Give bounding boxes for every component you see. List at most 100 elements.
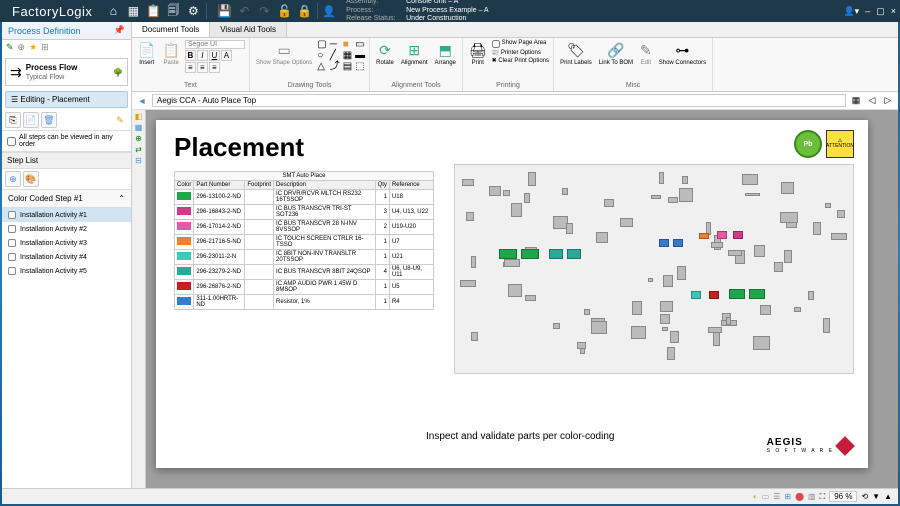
align-right-icon[interactable]: ≡: [209, 62, 220, 73]
back-icon[interactable]: ◄: [136, 95, 148, 107]
border3-icon[interactable]: ⬚: [355, 62, 365, 72]
edit-button[interactable]: ✎Edit: [638, 40, 654, 67]
line3-icon[interactable]: ⤴: [330, 62, 340, 72]
printer-options[interactable]: 📰 Printer Options: [492, 49, 549, 56]
delete-icon[interactable]: 🗑: [41, 112, 57, 128]
link-bom-button[interactable]: 🔗Link To BOM: [597, 40, 635, 67]
zoom-in-icon[interactable]: ▲: [884, 492, 892, 501]
border1-icon[interactable]: ▭: [355, 40, 365, 50]
print-button[interactable]: 🖨Print: [467, 40, 489, 67]
sb-fit-icon[interactable]: ⛶: [820, 492, 826, 502]
close-icon[interactable]: ×: [891, 6, 896, 16]
all-steps-check[interactable]: All steps can be viewed in any order: [2, 131, 131, 152]
vtool-2[interactable]: ▦: [133, 123, 144, 132]
titlebar-right: 👤▾ – ▢ ×: [843, 6, 896, 17]
vtool-3[interactable]: ⊕: [133, 134, 144, 143]
fill1-icon[interactable]: ■: [343, 40, 352, 50]
line2-icon[interactable]: ╱: [330, 51, 340, 61]
save-icon[interactable]: 💾: [215, 2, 233, 20]
pin-icon[interactable]: 📌: [114, 25, 125, 36]
alignment-button[interactable]: ⊞Alignment: [399, 40, 430, 67]
color-swatch: [177, 222, 191, 230]
print-labels-button[interactable]: 🏷Print Labels: [558, 40, 594, 67]
edit-icon[interactable]: ✎: [112, 112, 128, 128]
activity-row[interactable]: Installation Activity #3: [2, 236, 131, 250]
activity-row[interactable]: Installation Activity #2: [2, 222, 131, 236]
bold-icon[interactable]: B: [185, 50, 196, 61]
doc-icon[interactable]: 🗐: [164, 2, 182, 20]
underline-icon[interactable]: U: [209, 50, 220, 61]
color-coded-step[interactable]: Color Coded Step #1 ⌃: [2, 190, 131, 208]
left-ico-3[interactable]: ★: [29, 42, 37, 53]
insert-button[interactable]: 📄Insert: [136, 40, 157, 67]
activity-row[interactable]: Installation Activity #1: [2, 208, 131, 222]
paste-button[interactable]: 📋Paste: [160, 40, 181, 67]
canvas[interactable]: Pb ⚠ATTENTION Placement SMT Auto Place C…: [146, 110, 898, 488]
sb-ico-4[interactable]: ⊞: [784, 492, 791, 501]
align-group-label: Alignment Tools: [374, 82, 458, 89]
italic-icon[interactable]: I: [197, 50, 208, 61]
sb-ico-6[interactable]: ▥: [808, 492, 816, 501]
vtool-1[interactable]: ◧: [133, 112, 144, 121]
paste-icon[interactable]: 📄: [23, 112, 39, 128]
fill3-icon[interactable]: ▤: [343, 62, 352, 72]
gear-icon[interactable]: ⚙: [184, 2, 202, 20]
tree-icon[interactable]: 🌳: [113, 68, 123, 77]
lock-icon[interactable]: 🔒: [295, 2, 313, 20]
font-color-icon[interactable]: A: [221, 50, 232, 61]
redo-icon[interactable]: ↷: [255, 2, 273, 20]
shape3-icon[interactable]: △: [317, 62, 326, 72]
activity-row[interactable]: Installation Activity #5: [2, 264, 131, 278]
clipboard-icon[interactable]: 📋: [144, 2, 162, 20]
zoom-value[interactable]: 96 %: [829, 491, 857, 502]
fill2-icon[interactable]: ▦: [343, 51, 352, 61]
left-ico-1[interactable]: ✎: [6, 42, 14, 53]
left-ico-2[interactable]: ⊕: [18, 42, 26, 53]
arrange-button[interactable]: ⬒Arrange: [433, 40, 458, 67]
border2-icon[interactable]: ▬: [355, 51, 365, 61]
show-connectors-button[interactable]: ⊶Show Connectors: [657, 40, 708, 67]
addr-prev-icon[interactable]: ◁: [866, 95, 878, 107]
shape1-icon[interactable]: ▢: [317, 40, 326, 50]
align-left-icon[interactable]: ≡: [185, 62, 196, 73]
grid-icon[interactable]: ▦: [124, 2, 142, 20]
sb-ico-5[interactable]: ⬤: [795, 492, 804, 501]
addr-next-icon[interactable]: ▷: [882, 95, 894, 107]
align-center-icon[interactable]: ≡: [197, 62, 208, 73]
zoom-reset-icon[interactable]: ⟲: [861, 492, 868, 501]
left-ico-4[interactable]: ⊞: [41, 42, 49, 53]
user-menu-icon[interactable]: 👤▾: [843, 6, 859, 17]
font-input[interactable]: [185, 40, 245, 49]
tab-visual-aid[interactable]: Visual Aid Tools: [210, 22, 287, 37]
tab-document-tools[interactable]: Document Tools: [132, 22, 210, 37]
minimize-icon[interactable]: –: [865, 6, 870, 16]
sb-ico-3[interactable]: ☰: [773, 492, 780, 501]
all-steps-checkbox[interactable]: [7, 137, 16, 146]
sb-ico-1[interactable]: ◐: [753, 492, 758, 501]
cell-ref: U18: [389, 190, 433, 205]
show-page-area[interactable]: Show Page Area: [492, 40, 549, 48]
step-color-icon[interactable]: 🎨: [23, 171, 39, 187]
step-add-icon[interactable]: ⊕: [5, 171, 21, 187]
shape2-icon[interactable]: ○: [317, 51, 326, 61]
pcb-component: [462, 179, 474, 185]
copy-icon[interactable]: ⎘: [5, 112, 21, 128]
vtool-5[interactable]: ⊟: [133, 156, 144, 165]
user-icon[interactable]: 👤: [322, 5, 336, 18]
zoom-out-icon[interactable]: ▼: [872, 492, 880, 501]
addr-grid-icon[interactable]: ▦: [850, 95, 862, 107]
table-row: 296-21716-5-NDIC TOUCH SCREEN CTRLR 16-T…: [175, 235, 434, 250]
line1-icon[interactable]: ─: [330, 40, 340, 50]
home-icon[interactable]: ⌂: [104, 2, 122, 20]
sb-ico-2[interactable]: ▭: [762, 492, 770, 501]
activity-row[interactable]: Installation Activity #4: [2, 250, 131, 264]
address-input[interactable]: [152, 94, 846, 107]
undo-icon[interactable]: ↶: [235, 2, 253, 20]
clear-print-options[interactable]: ✖ Clear Print Options: [492, 57, 549, 64]
process-flow-box[interactable]: ⇉ Process Flow Typical Flow 🌳: [5, 58, 128, 86]
rotate-button[interactable]: ⟳Rotate: [374, 40, 396, 67]
maximize-icon[interactable]: ▢: [876, 6, 885, 17]
show-shape-button[interactable]: ▭Show Shape Options: [254, 40, 314, 67]
vtool-4[interactable]: ⇄: [133, 145, 144, 154]
unlock-icon[interactable]: 🔓: [275, 2, 293, 20]
